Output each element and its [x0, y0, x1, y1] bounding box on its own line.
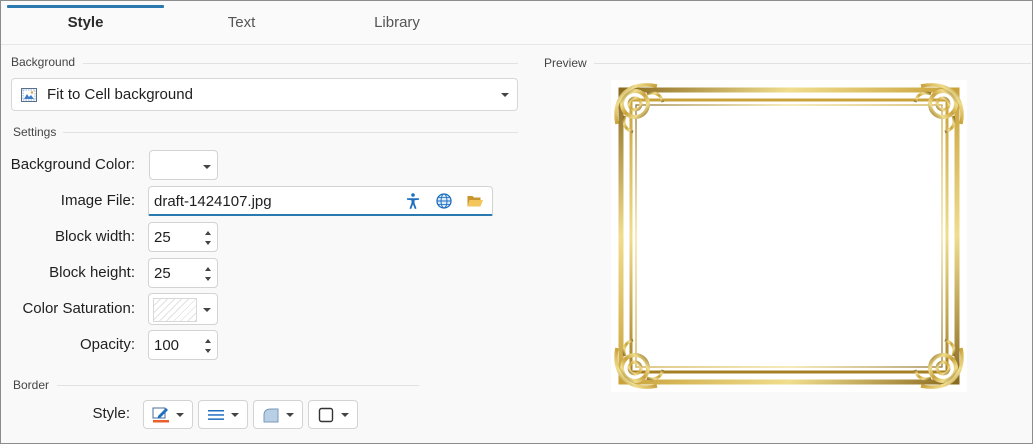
line-weight-icon: [208, 410, 224, 420]
background-color-picker[interactable]: [149, 150, 218, 180]
border-weight-button[interactable]: [198, 400, 248, 429]
tab-style[interactable]: Style: [7, 1, 164, 45]
accessibility-icon[interactable]: [404, 192, 422, 210]
web-globe-icon[interactable]: [435, 192, 453, 210]
border-corner-button[interactable]: [253, 400, 303, 429]
block-width-label: Block width:: [54, 228, 135, 245]
open-folder-icon[interactable]: [466, 192, 484, 210]
spin-down-icon[interactable]: [205, 241, 211, 245]
preview-section-label: Preview: [544, 56, 587, 70]
border-style-label: Style:: [92, 405, 130, 422]
image-file-value: draft-1424107.jpg: [154, 193, 272, 210]
spin-up-icon[interactable]: [205, 267, 211, 271]
tab-library[interactable]: Library: [319, 1, 475, 45]
pen-color-icon: [152, 407, 169, 423]
background-mode-dropdown[interactable]: Fit to Cell background: [11, 78, 518, 111]
image-file-label: Image File:: [60, 192, 135, 209]
saturation-swatch: [153, 298, 197, 322]
block-width-value: 25: [154, 229, 171, 246]
background-mode-value: Fit to Cell background: [47, 86, 193, 103]
preview-image: [611, 80, 967, 392]
spin-up-icon[interactable]: [205, 339, 211, 343]
border-square-icon: [318, 407, 334, 423]
divider: [63, 132, 518, 133]
chevron-down-icon: [203, 165, 211, 169]
divider: [57, 385, 419, 386]
border-section-label: Border: [13, 378, 50, 392]
divider: [594, 63, 1031, 64]
tab-text[interactable]: Text: [164, 1, 319, 45]
chevron-down-icon: [341, 413, 349, 417]
background-section-label: Background: [11, 55, 76, 69]
background-color-label: Background Color:: [10, 156, 135, 173]
chevron-down-icon: [286, 413, 294, 417]
block-height-value: 25: [154, 265, 171, 282]
corner-rounding-icon: [263, 408, 279, 423]
block-height-label: Block height:: [49, 264, 135, 281]
style-dialog: Style Text Library Background Fit to Cel…: [0, 0, 1033, 444]
block-width-spinner[interactable]: 25: [148, 222, 218, 252]
spin-up-icon[interactable]: [205, 231, 211, 235]
opacity-value: 100: [154, 337, 180, 354]
divider: [83, 63, 518, 64]
chevron-down-icon: [501, 93, 509, 97]
border-shape-button[interactable]: [308, 400, 358, 429]
image-file-input[interactable]: draft-1424107.jpg: [148, 186, 493, 216]
chevron-down-icon: [203, 308, 211, 312]
opacity-label: Opacity:: [79, 336, 135, 353]
picture-fill-icon: [21, 88, 37, 102]
tab-bar: Style Text Library: [1, 1, 1032, 45]
gold-frame-image: [614, 82, 964, 390]
chevron-down-icon: [176, 413, 184, 417]
spin-down-icon[interactable]: [205, 277, 211, 281]
chevron-down-icon: [231, 413, 239, 417]
border-color-button[interactable]: [143, 400, 193, 429]
block-height-spinner[interactable]: 25: [148, 258, 218, 288]
color-saturation-label: Color Saturation:: [22, 300, 135, 317]
settings-section-label: Settings: [13, 125, 57, 139]
color-saturation-picker[interactable]: [148, 293, 218, 325]
opacity-spinner[interactable]: 100: [148, 330, 218, 360]
spin-down-icon[interactable]: [205, 349, 211, 353]
